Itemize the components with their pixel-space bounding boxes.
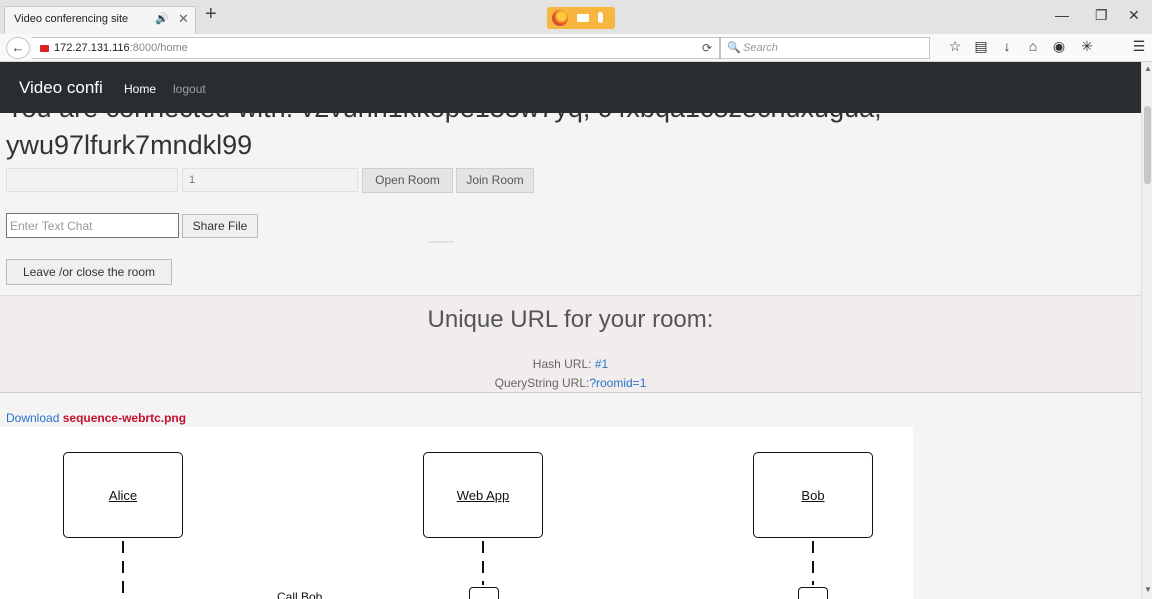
extension-icon[interactable]: ✳ [1078, 38, 1096, 55]
unique-url-panel: Unique URL for your room: Hash URL: #1 Q… [0, 295, 1141, 393]
actor-alice-label: Alice [108, 488, 138, 503]
connected-users-heading-line2: ywu97lfurk7mndkl99 [6, 130, 253, 160]
home-icon[interactable]: ⌂ [1024, 38, 1042, 54]
unique-url-title: Unique URL for your room: [427, 306, 714, 333]
actor-webapp-box: Web App [423, 452, 543, 538]
message-label: Call Bob [277, 590, 323, 599]
sequence-diagram-image: Alice Web App Bob Call Bob [0, 427, 913, 599]
tab-video-conferencing[interactable]: Video conferencing site 🔊 ✕ [4, 6, 196, 34]
url-host: 172.27.131.116 [54, 42, 130, 54]
leave-room-button[interactable]: Leave /or close the room [6, 259, 172, 285]
downloads-icon[interactable]: ↓ [998, 38, 1016, 54]
back-arrow-icon[interactable]: ← [6, 37, 30, 59]
join-room-button[interactable]: Join Room [456, 168, 534, 193]
tab-strip: Video conferencing site 🔊 ✕ + — ❐ ✕ [0, 0, 1152, 34]
querystring-url-label: QueryString URL: [494, 376, 590, 390]
download-filename[interactable]: sequence-webrtc.png [63, 411, 186, 425]
download-link[interactable]: Download [6, 411, 59, 425]
download-line: Download sequence-webrtc.png [6, 411, 186, 425]
search-input[interactable]: 🔍 Search [720, 37, 930, 59]
site-brand[interactable]: Video confi [19, 78, 103, 98]
pocket-icon[interactable]: ◉ [1050, 38, 1068, 55]
share-file-button[interactable]: Share File [182, 214, 258, 238]
reading-list-icon[interactable]: ▤ [972, 38, 990, 55]
scroll-up-icon[interactable]: ▲ [1144, 64, 1152, 73]
menu-icon[interactable]: ☰ [1130, 38, 1148, 55]
window-close-icon[interactable]: ✕ [1128, 7, 1140, 24]
bob-activation [798, 587, 828, 599]
querystring-url-line: QueryString URL:?roomid=1 [0, 376, 1141, 390]
hash-url-link[interactable]: #1 [595, 357, 608, 371]
actor-bob-label: Bob [801, 488, 825, 503]
actor-alice-box: Alice [63, 452, 183, 538]
camera-icon [577, 14, 589, 22]
actor-webapp-label: Web App [456, 488, 510, 503]
alice-lifeline [122, 541, 124, 599]
browser-window: Video conferencing site 🔊 ✕ + — ❐ ✕ ← 17… [0, 0, 1152, 599]
nav-home-link[interactable]: Home [124, 82, 156, 96]
actor-bob-box: Bob [753, 452, 873, 538]
text-chat-input[interactable]: Enter Text Chat [6, 213, 179, 238]
address-bar[interactable]: 172.27.131.116:8000/home ⟳ [32, 37, 720, 59]
new-tab-icon[interactable]: + [205, 4, 217, 24]
url-path: :8000/home [129, 42, 188, 54]
room-name-input[interactable] [6, 168, 178, 192]
site-navbar: Video confi Home logout [0, 62, 1141, 113]
room-id-input[interactable]: 1 [182, 168, 358, 192]
page-content: Video confi Home logout You are connecte… [0, 62, 1141, 599]
bob-lifeline [812, 541, 814, 585]
search-icon: 🔍 [727, 42, 741, 54]
sharing-indicator[interactable] [547, 7, 615, 29]
url-text: 172.27.131.116:8000/home [54, 42, 188, 54]
webapp-activation [469, 587, 499, 599]
bookmark-star-icon[interactable]: ☆ [946, 38, 964, 55]
hash-url-label: Hash URL: [532, 357, 592, 371]
divider [428, 241, 454, 243]
hash-url-line: Hash URL: #1 [0, 357, 1141, 371]
scroll-thumb[interactable] [1144, 106, 1151, 184]
open-room-button[interactable]: Open Room [362, 168, 453, 193]
close-icon[interactable]: ✕ [178, 11, 189, 27]
scroll-down-icon[interactable]: ▼ [1144, 585, 1152, 594]
restore-icon[interactable]: ❐ [1095, 7, 1108, 24]
webapp-lifeline [482, 541, 484, 585]
tab-title: Video conferencing site [14, 13, 129, 25]
page-scrollbar[interactable]: ▲ ▼ [1141, 62, 1152, 599]
minimize-icon[interactable]: — [1055, 7, 1069, 23]
search-placeholder: Search [743, 42, 778, 54]
querystring-url-link[interactable]: ?roomid=1 [589, 376, 646, 390]
nav-logout-link[interactable]: logout [173, 82, 206, 96]
speaker-icon[interactable]: 🔊 [155, 12, 169, 25]
microphone-icon [598, 12, 603, 23]
reload-icon[interactable]: ⟳ [702, 41, 712, 55]
camera-permission-icon[interactable] [40, 45, 49, 52]
firefox-icon [552, 10, 568, 26]
